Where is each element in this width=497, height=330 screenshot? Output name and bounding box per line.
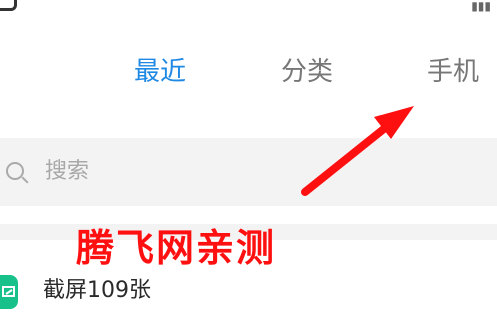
- red-arrow-annotation: [301, 106, 414, 196]
